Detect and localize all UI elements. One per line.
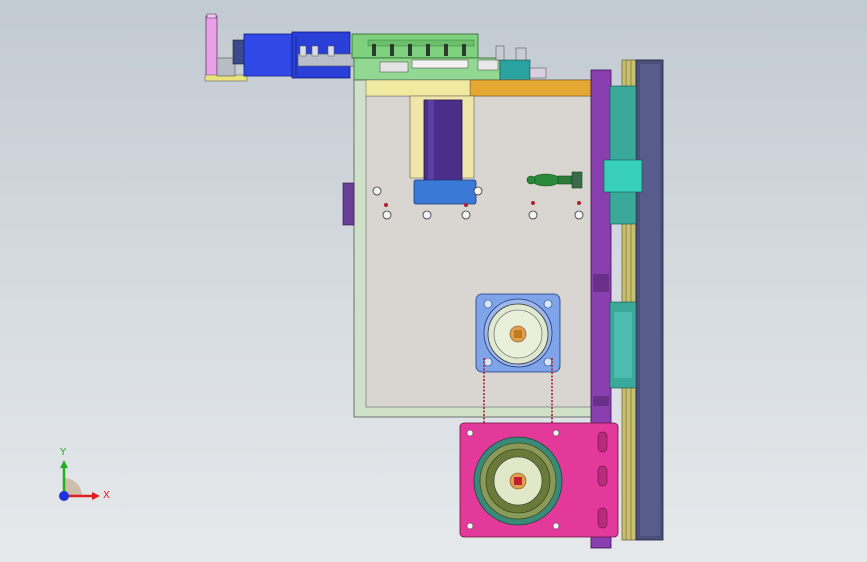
main-frame [353,79,595,418]
gray-coupling [297,53,357,67]
cad-viewport[interactable]: X Y [0,0,867,562]
cad-model-view[interactable]: X Y [0,0,867,562]
teal-block-upper [609,85,637,225]
pink-rod [205,15,218,79]
dark-connector [232,39,246,65]
teal-block-label [603,159,643,193]
left-purple-block [342,182,355,226]
top-bar [469,79,593,97]
bottom-drive-assembly [459,422,619,538]
blue-motor [243,33,297,77]
drive-pulley-icon [473,436,563,526]
coordinate-triad-icon: X Y [59,447,110,501]
cylinder-base [413,179,477,205]
x-axis-label: X [103,490,110,501]
top-left-assembly [204,13,357,82]
pink-rod-cap [206,13,217,19]
motor-pulley-icon [475,293,561,373]
y-axis-label: Y [59,447,67,458]
teal-sensor [499,59,531,81]
small-gray-block [216,57,236,77]
